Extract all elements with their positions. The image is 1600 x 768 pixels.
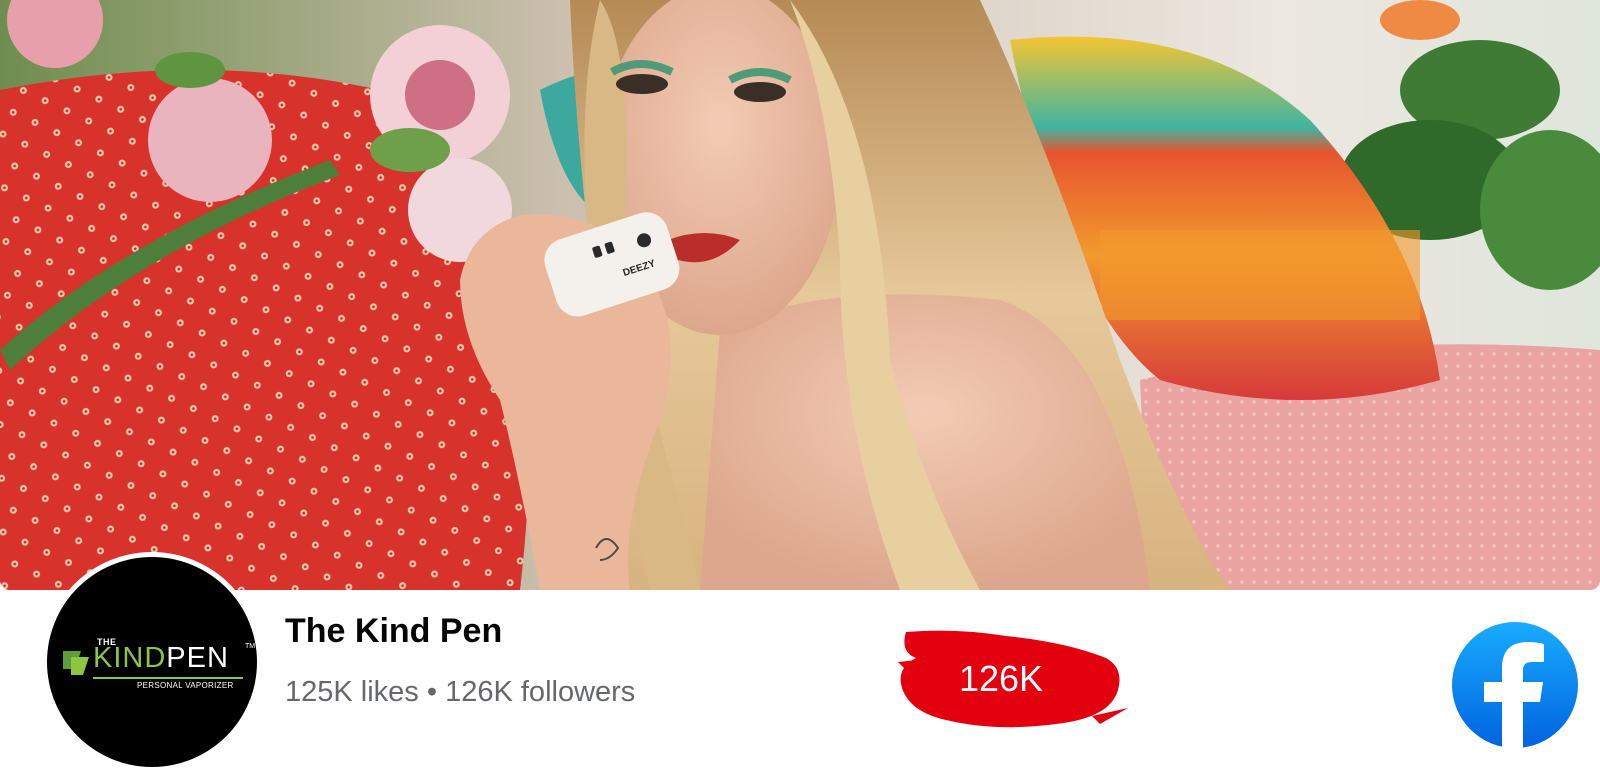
logo-underline	[93, 677, 243, 679]
logo-kind-text: KIND	[93, 642, 167, 674]
facebook-page-header: DEEZY THE KINDPEN TM PERSONAL VAPORIZER …	[0, 0, 1600, 768]
logo-wordmark: KINDPEN	[93, 642, 229, 675]
leaf-mark-icon	[63, 651, 89, 675]
follower-count-badge: 126K	[896, 628, 1130, 738]
followers-count[interactable]: 126K followers	[445, 676, 635, 708]
stats-separator: •	[426, 676, 438, 708]
logo-pen-text: PEN	[166, 642, 229, 674]
logo-subtitle: PERSONAL VAPORIZER	[137, 681, 234, 690]
page-stats: 125K likes • 126K followers	[285, 676, 635, 709]
badge-count: 126K	[958, 658, 1044, 699]
cover-photo[interactable]: DEEZY	[0, 0, 1600, 590]
kind-pen-logo: THE KINDPEN TM PERSONAL VAPORIZER	[47, 557, 257, 767]
facebook-icon[interactable]	[1452, 622, 1578, 748]
logo-lockup: THE KINDPEN TM PERSONAL VAPORIZER	[57, 637, 256, 697]
logo-trademark: TM	[245, 643, 256, 650]
likes-count[interactable]: 125K likes	[285, 676, 419, 708]
page-title[interactable]: The Kind Pen	[285, 612, 502, 651]
profile-picture[interactable]: THE KINDPEN TM PERSONAL VAPORIZER	[42, 552, 262, 768]
